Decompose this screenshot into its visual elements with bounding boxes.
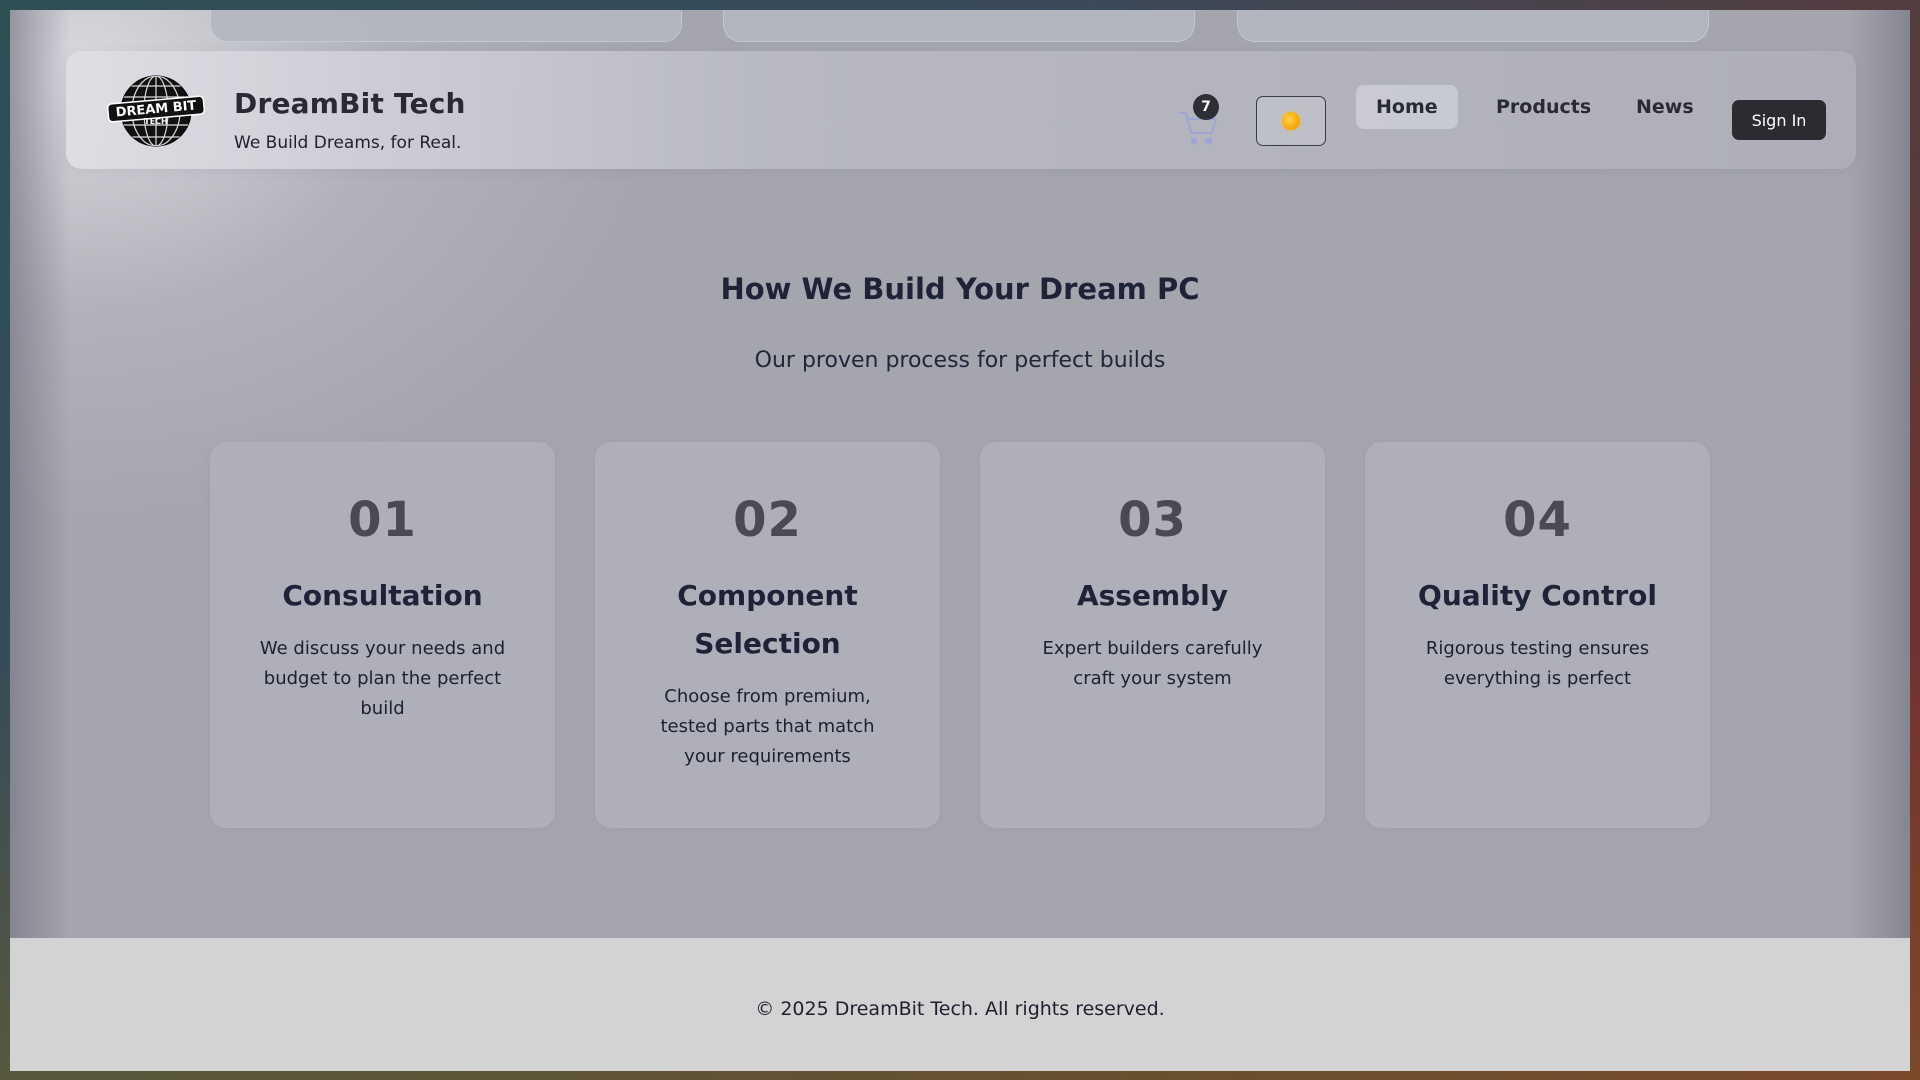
logo-subword: TECH [144, 117, 168, 126]
page-footer: © 2025 DreamBit Tech. All rights reserve… [10, 938, 1910, 1071]
step-description: Expert builders carefully craft your sys… [1042, 638, 1263, 689]
process-step-card: 01 Consultation We discuss your needs an… [210, 442, 555, 828]
top-navbar: DREAM BIT TECH DreamBit Tech We Build Dr… [66, 51, 1856, 169]
process-section-title: How We Build Your Dream PC [720, 272, 1200, 306]
previous-section-card [723, 10, 1195, 42]
step-number: 03 [1118, 492, 1187, 548]
page-viewport: DREAM BIT TECH DreamBit Tech We Build Dr… [10, 10, 1910, 1071]
previous-section-card [210, 10, 682, 42]
process-section-subtitle: Our proven process for perfect builds [754, 348, 1166, 373]
nav-news-link[interactable]: News [1616, 85, 1714, 129]
nav-home-link[interactable]: Home [1356, 85, 1458, 129]
brand-title[interactable]: DreamBit Tech [234, 87, 466, 120]
sign-in-button[interactable]: Sign In [1732, 100, 1826, 140]
step-number: 02 [733, 492, 802, 548]
previous-section-card [1237, 10, 1709, 42]
step-number: 01 [348, 492, 417, 548]
step-number: 04 [1503, 492, 1572, 548]
process-step-card: 02 Component Selection Choose from premi… [595, 442, 940, 828]
theme-toggle-button[interactable] [1256, 96, 1326, 146]
step-title: Consultation [282, 579, 483, 612]
step-title: Component Selection [677, 579, 858, 660]
cart-count-badge: 7 [1193, 94, 1219, 120]
step-description: We discuss your needs and budget to plan… [259, 638, 506, 719]
step-description: Choose from premium, tested parts that m… [660, 686, 875, 767]
step-title: Assembly [1076, 579, 1229, 612]
brand-tagline: We Build Dreams, for Real. [234, 133, 462, 153]
copyright-text: © 2025 DreamBit Tech. All rights reserve… [755, 998, 1165, 1020]
step-description: Rigorous testing ensures everything is p… [1425, 638, 1650, 689]
process-step-card: 04 Quality Control Rigorous testing ensu… [1365, 442, 1710, 828]
process-step-card: 03 Assembly Expert builders carefully cr… [980, 442, 1325, 828]
nav-products-link[interactable]: Products [1476, 85, 1611, 129]
sun-icon [1282, 112, 1300, 130]
brand-logo[interactable]: DREAM BIT TECH [106, 75, 206, 147]
globe-logo-icon: DREAM BIT TECH [106, 75, 206, 147]
step-title: Quality Control [1418, 579, 1657, 612]
